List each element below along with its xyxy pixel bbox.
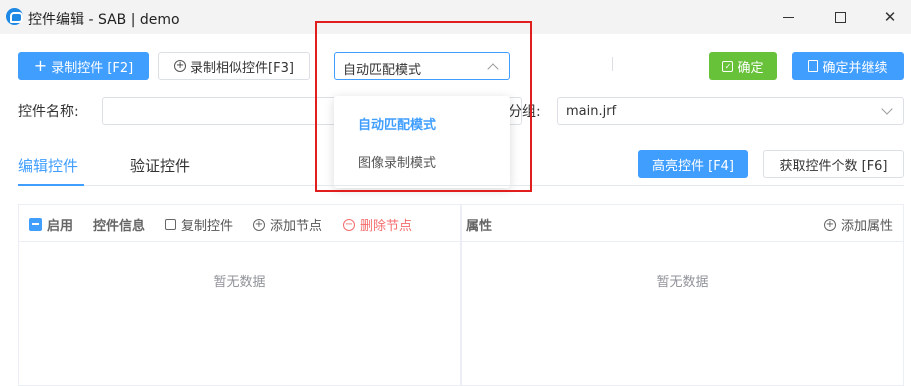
remove-circle-icon: −	[343, 218, 355, 231]
control-info-panel: 启用 控件信息 复制控件 + 添加节点 − 删除节点 暂无数据	[18, 204, 461, 386]
copy-icon	[165, 219, 176, 230]
confirm-continue-label: 确定并继续	[822, 60, 888, 76]
control-name-label: 控件名称:	[18, 104, 79, 120]
control-info-header: 启用 控件信息 复制控件 + 添加节点 − 删除节点	[19, 205, 460, 242]
control-info-empty: 暂无数据	[213, 275, 266, 290]
tab-edit-control[interactable]: 编辑控件	[18, 155, 78, 176]
confirm-icon: ✓	[722, 60, 734, 72]
count-controls-label: 获取控件个数 [F6]	[779, 158, 888, 174]
control-info-title: 控件信息	[93, 219, 146, 234]
record-similar-label: 录制相似控件[F3]	[190, 60, 294, 76]
count-controls-button[interactable]: 获取控件个数 [F6]	[763, 150, 904, 178]
add-circle-icon: +	[253, 218, 265, 231]
chevron-down-icon	[881, 103, 893, 115]
close-icon: ✕	[883, 8, 897, 26]
add-attribute-label: 添加属性	[841, 219, 894, 234]
record-control-button[interactable]: + 录制控件 [F2]	[18, 52, 149, 80]
toolbar-divider	[612, 57, 613, 71]
group-select-value: main.jrf	[566, 104, 617, 119]
app-logo-icon	[6, 8, 23, 25]
plus-icon: +	[33, 56, 48, 75]
attributes-empty: 暂无数据	[656, 275, 709, 290]
add-attribute-button[interactable]: + 添加属性	[824, 215, 893, 234]
enable-toggle[interactable]: 启用	[29, 215, 73, 234]
confirm-label: 确定	[737, 60, 764, 76]
minimize-button[interactable]	[765, 0, 811, 34]
highlight-control-button[interactable]: 高亮控件 [F4]	[638, 150, 748, 178]
maximize-icon	[834, 11, 846, 23]
record-control-label: 录制控件 [F2]	[51, 60, 134, 76]
enable-checkbox-icon	[29, 218, 42, 231]
tab-verify-control[interactable]: 验证控件	[130, 155, 190, 176]
delete-node-label: 删除节点	[360, 219, 413, 234]
maximize-button[interactable]	[817, 0, 863, 34]
copy-control-button[interactable]: 复制控件	[165, 215, 233, 234]
record-similar-button[interactable]: + 录制相似控件[F3]	[158, 52, 310, 80]
highlight-control-label: 高亮控件 [F4]	[651, 158, 735, 174]
close-button[interactable]: ✕	[867, 0, 911, 34]
delete-node-button[interactable]: − 删除节点	[343, 215, 412, 234]
annotation-highlight-box	[315, 21, 532, 192]
save-doc-icon	[808, 60, 819, 72]
add-node-label: 添加节点	[270, 219, 323, 234]
confirm-button[interactable]: ✓ 确定	[709, 52, 777, 80]
active-tab-indicator	[18, 184, 84, 186]
attributes-title: 属性	[466, 219, 493, 234]
confirm-continue-button[interactable]: 确定并继续	[792, 52, 904, 80]
add-node-button[interactable]: + 添加节点	[253, 215, 322, 234]
attributes-panel: 属性 + 添加属性 暂无数据	[461, 204, 904, 386]
attributes-header: 属性 + 添加属性	[462, 205, 903, 242]
add-circle-icon: +	[824, 218, 836, 231]
window-title: 控件编辑 - SAB | demo	[28, 12, 180, 28]
enable-label: 启用	[47, 219, 74, 234]
circle-plus-icon: +	[174, 60, 187, 72]
minimize-icon	[782, 16, 794, 18]
group-select[interactable]: main.jrf	[557, 97, 904, 125]
copy-control-label: 复制控件	[181, 219, 234, 234]
